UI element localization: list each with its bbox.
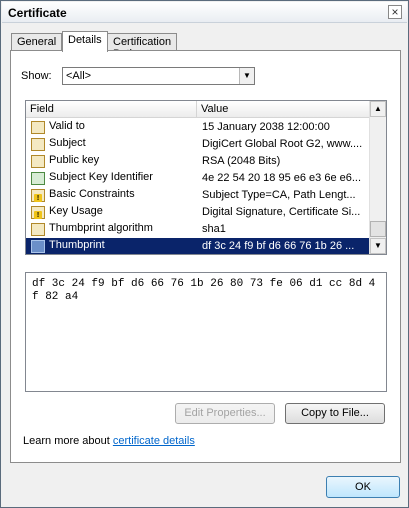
column-header-value[interactable]: Value [197, 101, 370, 118]
list-item[interactable]: Key Usage Digital Signature, Certificate… [26, 204, 370, 221]
field-value: 4e 22 54 20 18 95 e6 e3 6e e6... [202, 172, 362, 184]
tab-general[interactable]: General [11, 33, 63, 51]
show-dropdown-value: <All> [66, 70, 92, 82]
field-list[interactable]: Field Value Valid to 15 January 2038 12:… [25, 100, 387, 255]
certificate-details-link[interactable]: certificate details [113, 435, 195, 447]
copy-to-file-button[interactable]: Copy to File... [285, 403, 385, 424]
certificate-field-icon [31, 138, 45, 151]
details-panel: Show: <All> ▼ Field Value Valid to 15 Ja… [10, 50, 401, 463]
show-dropdown[interactable]: <All> ▼ [62, 67, 255, 85]
certificate-field-icon [31, 121, 45, 134]
field-name: Valid to [49, 120, 85, 132]
list-header: Field Value [26, 101, 370, 118]
key-identifier-icon [31, 172, 45, 185]
close-button[interactable]: × [388, 5, 402, 19]
field-value: DigiCert Global Root G2, www.... [202, 138, 363, 150]
field-name: Key Usage [49, 205, 103, 217]
ok-button[interactable]: OK [326, 476, 400, 498]
list-item[interactable]: Valid to 15 January 2038 12:00:00 [26, 119, 370, 136]
list-rows: Valid to 15 January 2038 12:00:00 Subjec… [26, 119, 370, 254]
learn-more-text: Learn more about certificate details [23, 435, 195, 447]
field-name: Basic Constraints [49, 188, 135, 200]
field-name: Public key [49, 154, 100, 166]
tab-certification-path[interactable]: Certification Path [107, 33, 178, 60]
certificate-field-icon [31, 155, 45, 168]
field-name: Subject [49, 137, 86, 149]
list-item[interactable]: Subject Key Identifier 4e 22 54 20 18 95… [26, 170, 370, 187]
field-value: Subject Type=CA, Path Lengt... [202, 189, 356, 201]
scroll-down-arrow-icon[interactable]: ▼ [370, 238, 386, 254]
edit-properties-button[interactable]: Edit Properties... [175, 403, 275, 424]
title-bar[interactable]: Certificate × [2, 2, 407, 23]
field-value: 15 January 2038 12:00:00 [202, 121, 330, 133]
list-scrollbar[interactable]: ▲ ▼ [369, 101, 386, 254]
close-icon: × [391, 5, 399, 19]
certificate-field-icon [31, 223, 45, 236]
field-value: Digital Signature, Certificate Si... [202, 206, 361, 218]
learn-more-prefix: Learn more about [23, 435, 113, 447]
list-item[interactable]: Public key RSA (2048 Bits) [26, 153, 370, 170]
column-header-field[interactable]: Field [26, 101, 197, 118]
list-item[interactable]: Thumbprint algorithm sha1 [26, 221, 370, 238]
show-label: Show: [21, 70, 52, 82]
field-detail-textbox[interactable]: df 3c 24 f9 bf d6 66 76 1b 26 80 73 fe 0… [25, 272, 387, 392]
field-value: RSA (2048 Bits) [202, 155, 281, 167]
tab-details[interactable]: Details [62, 31, 108, 52]
field-name: Subject Key Identifier [49, 171, 153, 183]
list-item[interactable]: Basic Constraints Subject Type=CA, Path … [26, 187, 370, 204]
field-name: Thumbprint [49, 239, 105, 251]
certificate-field-icon [31, 240, 45, 253]
critical-extension-icon [31, 189, 45, 202]
list-item-selected[interactable]: Thumbprint df 3c 24 f9 bf d6 66 76 1b 26… [26, 238, 370, 254]
field-value: df 3c 24 f9 bf d6 66 76 1b 26 ... [202, 240, 355, 252]
critical-extension-icon [31, 206, 45, 219]
chevron-down-icon[interactable]: ▼ [239, 68, 254, 84]
list-item[interactable]: Subject DigiCert Global Root G2, www.... [26, 136, 370, 153]
field-value: sha1 [202, 223, 226, 235]
scroll-up-arrow-icon[interactable]: ▲ [370, 101, 386, 117]
certificate-dialog: Certificate × General Details Certificat… [0, 0, 409, 508]
window-title: Certificate [8, 6, 67, 20]
field-name: Thumbprint algorithm [49, 222, 153, 234]
scroll-thumb[interactable] [370, 221, 386, 237]
